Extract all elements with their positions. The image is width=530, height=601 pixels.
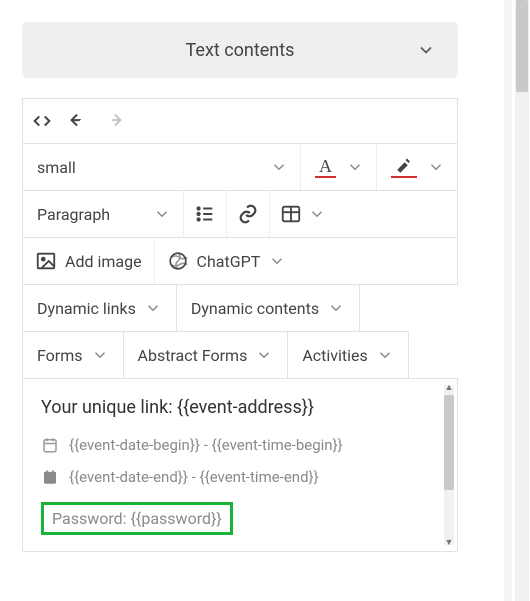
separator: - <box>200 436 212 454</box>
chevron-down-icon <box>255 346 273 364</box>
scroll-up-arrow[interactable]: ▲ <box>444 382 454 393</box>
abstract-forms-label: Abstract Forms <box>138 346 248 365</box>
chevron-down-icon <box>327 299 345 317</box>
text-color-icon: A <box>315 157 336 178</box>
chevron-down-icon <box>268 252 286 270</box>
calendar-filled-icon <box>41 468 59 486</box>
text-color-button[interactable]: A <box>301 144 376 190</box>
chevron-down-icon <box>270 158 288 176</box>
chevron-down-icon <box>144 299 162 317</box>
font-size-select[interactable]: small <box>23 144 300 190</box>
password-token: {{password}} <box>131 509 222 528</box>
password-label: Password: <box>52 509 127 528</box>
chevron-down-icon <box>153 205 171 223</box>
dynamic-links-label: Dynamic links <box>37 299 136 318</box>
add-image-label: Add image <box>65 252 142 271</box>
font-size-value: small <box>37 158 76 177</box>
chatgpt-button[interactable]: ChatGPT <box>155 238 299 284</box>
event-date-end: {{event-date-end}} <box>69 468 188 486</box>
table-icon <box>280 203 302 225</box>
right-gutter <box>504 0 512 601</box>
event-time-end: {{event-time-end}} <box>200 468 319 486</box>
dynamic-links-dropdown[interactable]: Dynamic links <box>22 284 177 332</box>
preview-scrollbar[interactable]: ▲ ▼ <box>444 385 454 545</box>
activities-dropdown[interactable]: Activities <box>287 331 408 379</box>
password-highlight-box: Password: {{password}} <box>41 502 233 535</box>
abstract-forms-dropdown[interactable]: Abstract Forms <box>123 331 289 379</box>
section-title: Text contents <box>186 40 295 61</box>
highlighter-icon <box>391 157 417 178</box>
forms-label: Forms <box>37 346 83 365</box>
openai-icon <box>167 250 189 272</box>
block-format-select[interactable]: Paragraph <box>23 191 183 237</box>
toolbar-row-2: small A <box>22 143 458 191</box>
chevron-down-icon <box>427 158 445 176</box>
event-begin-line: {{event-date-begin}} - {{event-time-begi… <box>41 436 435 454</box>
unique-link-token: {{event-address}} <box>177 397 314 418</box>
chevron-down-icon <box>91 346 109 364</box>
link-button[interactable] <box>227 191 269 237</box>
editor-input-area[interactable] <box>139 103 449 139</box>
dynamic-contents-dropdown[interactable]: Dynamic contents <box>176 284 360 332</box>
scroll-down-arrow[interactable]: ▼ <box>444 537 454 548</box>
chevron-down-icon <box>376 346 394 364</box>
toolbar-row-3: Paragraph <box>22 190 458 238</box>
page-scroll-thumb[interactable] <box>516 0 528 92</box>
list-icon <box>194 203 216 225</box>
undo-icon[interactable] <box>67 110 89 132</box>
page-scrollbar[interactable] <box>515 0 529 601</box>
preview-scroll-thumb[interactable] <box>444 395 454 490</box>
list-button[interactable] <box>184 191 226 237</box>
add-image-button[interactable]: Add image <box>23 238 154 284</box>
highlight-color-button[interactable] <box>377 144 457 190</box>
redo-icon[interactable] <box>103 110 125 132</box>
chevron-down-icon <box>308 205 326 223</box>
code-icon[interactable] <box>31 110 53 132</box>
forms-dropdown[interactable]: Forms <box>22 331 124 379</box>
chips-row-2: Forms Abstract Forms Activities <box>22 331 458 379</box>
toolbar-row-4: Add image ChatGPT <box>22 237 458 285</box>
dynamic-contents-label: Dynamic contents <box>191 299 319 318</box>
separator: - <box>188 468 200 486</box>
block-format-value: Paragraph <box>37 205 110 224</box>
chips-row-1: Dynamic links Dynamic contents <box>22 284 458 332</box>
event-date-begin: {{event-date-begin}} <box>69 436 200 454</box>
table-button[interactable] <box>270 191 336 237</box>
section-header[interactable]: Text contents <box>22 22 458 78</box>
image-icon <box>35 250 57 272</box>
unique-link-line: Your unique link: {{event-address}} <box>41 397 435 418</box>
link-icon <box>237 203 259 225</box>
chatgpt-label: ChatGPT <box>197 252 261 271</box>
unique-link-label: Your unique link: <box>41 397 173 418</box>
chevron-down-icon <box>416 40 436 60</box>
activities-label: Activities <box>302 346 367 365</box>
chevron-down-icon <box>346 158 364 176</box>
content-preview[interactable]: ▲ ▼ Your unique link: {{event-address}} … <box>22 378 458 552</box>
event-time-begin: {{event-time-begin}} <box>212 436 343 454</box>
editor-panel: Text contents small A <box>0 0 498 572</box>
calendar-outline-icon <box>41 436 59 454</box>
event-end-line: {{event-date-end}} - {{event-time-end}} <box>41 468 435 486</box>
toolbar-row-1 <box>22 98 458 144</box>
